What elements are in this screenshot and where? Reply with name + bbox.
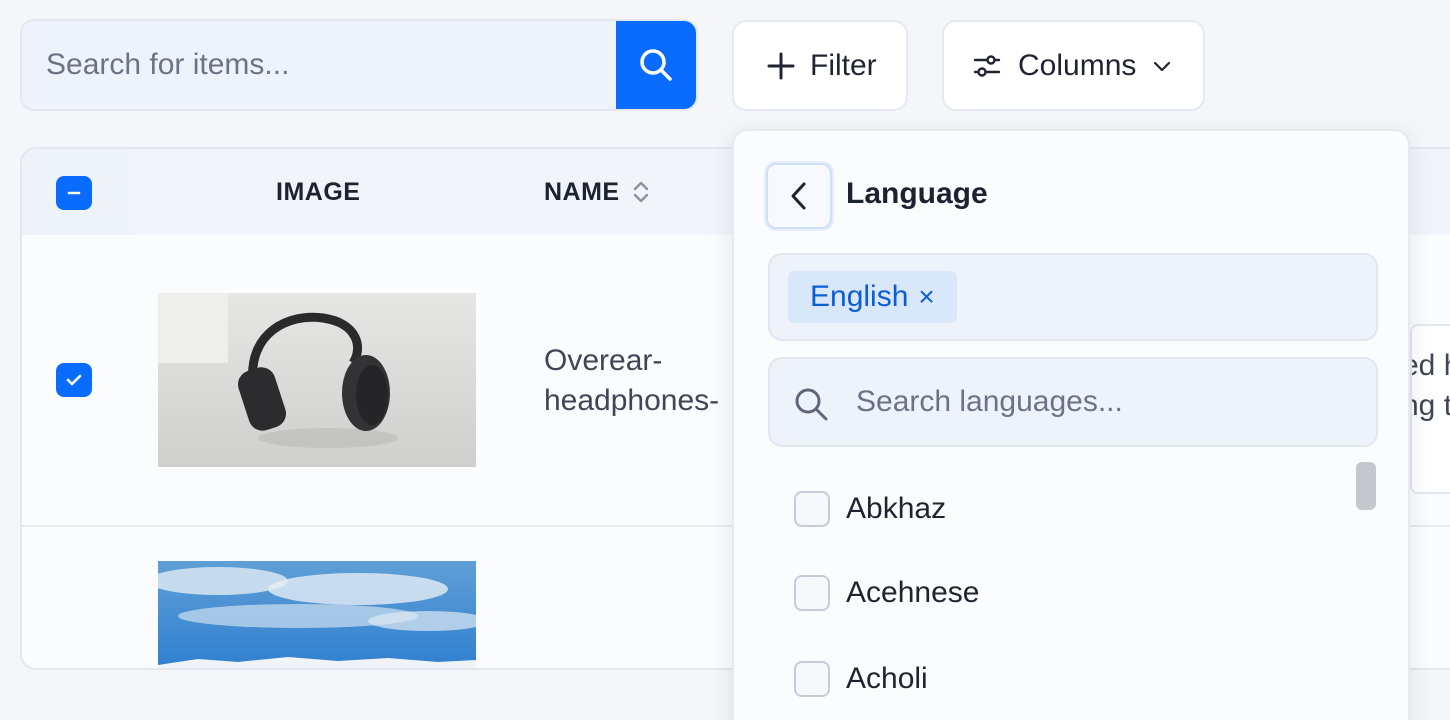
language-search-box: [768, 357, 1378, 447]
back-button[interactable]: [766, 163, 832, 229]
check-icon: [66, 374, 82, 386]
select-all-checkbox[interactable]: [56, 176, 92, 210]
search-icon: [795, 388, 828, 421]
filter-label: Filter: [810, 48, 877, 82]
remove-chip-icon[interactable]: ×: [918, 281, 934, 313]
minus-icon: [67, 191, 81, 195]
chevron-down-icon: [1154, 61, 1171, 71]
language-chip: English ×: [788, 271, 957, 323]
column-header-name[interactable]: NAME: [544, 149, 650, 235]
language-option-acehnese[interactable]: Acehnese: [794, 573, 979, 613]
sort-icon[interactable]: [632, 179, 650, 205]
language-option-acholi[interactable]: Acholi: [794, 659, 928, 699]
sliders-icon: [973, 54, 1001, 77]
scrollbar-thumb[interactable]: [1356, 462, 1376, 510]
language-checkbox[interactable]: [794, 491, 830, 527]
language-option-label: Acehnese: [846, 576, 980, 609]
description-line-2: ng t: [1412, 389, 1450, 422]
description-cell-peek: ed h ng t: [1410, 324, 1450, 494]
product-image-headphones: [158, 293, 476, 467]
search-button[interactable]: [616, 21, 696, 109]
language-filter-popover: Language English × Abkhaz Acehnese Achol…: [732, 129, 1410, 720]
search-bar: [20, 19, 698, 111]
language-search-input[interactable]: [856, 359, 1356, 445]
plus-icon: [767, 52, 795, 79]
language-option-abkhaz[interactable]: Abkhaz: [794, 489, 946, 529]
product-image-sky: [158, 561, 476, 668]
language-checkbox[interactable]: [794, 575, 830, 611]
language-option-label: Abkhaz: [846, 492, 947, 525]
search-input[interactable]: [22, 21, 616, 109]
description-line-1: ed h: [1412, 349, 1450, 382]
language-option-label: Acholi: [846, 662, 928, 695]
filter-button[interactable]: Filter: [732, 20, 908, 111]
header-checkbox-cell: [22, 149, 130, 235]
row-checkbox[interactable]: [56, 363, 92, 397]
column-header-name-label: NAME: [544, 177, 620, 206]
columns-label: Columns: [1018, 48, 1137, 82]
column-header-image[interactable]: IMAGE: [276, 149, 360, 235]
search-icon: [640, 49, 672, 81]
chip-label: English: [810, 280, 909, 313]
selected-languages-box[interactable]: English ×: [768, 253, 1378, 341]
popover-title: Language: [846, 177, 988, 210]
chevron-left-icon: [791, 182, 806, 210]
columns-button[interactable]: Columns: [942, 20, 1205, 111]
item-name: Overear- headphones-: [544, 344, 720, 417]
language-checkbox[interactable]: [794, 661, 830, 697]
